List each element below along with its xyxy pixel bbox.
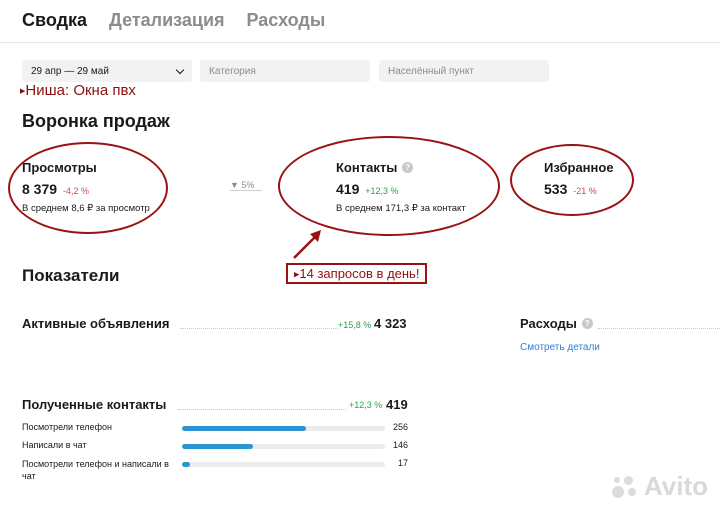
category-select[interactable]: Категория bbox=[200, 60, 370, 82]
date-range-value: 29 апр — 29 май bbox=[31, 65, 109, 77]
annotation-callout: ▶14 запросов в день! bbox=[286, 263, 428, 284]
help-icon[interactable]: ? bbox=[581, 318, 593, 329]
breakdown-bar-fill bbox=[182, 444, 254, 449]
expenses-heading: Расходы ? bbox=[520, 316, 593, 331]
tab-expenses[interactable]: Расходы bbox=[247, 10, 326, 39]
breakdown-bar-track bbox=[182, 444, 385, 449]
active-ads-value: 4 323 bbox=[374, 316, 407, 331]
received-contacts-value: 419 bbox=[386, 397, 408, 412]
conversion-arrow bbox=[230, 190, 262, 191]
breakdown-bar-fill bbox=[182, 462, 191, 467]
expenses-label: Расходы bbox=[520, 316, 577, 331]
breakdown-bar-fill bbox=[182, 426, 306, 431]
annotation-ellipse-favorites bbox=[510, 144, 634, 216]
breakdown-value: 17 bbox=[397, 458, 408, 468]
leader-dots bbox=[178, 409, 346, 410]
indicators-title: Показатели bbox=[22, 266, 120, 285]
expenses-details-link[interactable]: Смотреть детали bbox=[520, 342, 600, 353]
leader-dots bbox=[180, 328, 338, 329]
tab-bar: Сводка Детализация Расходы bbox=[22, 10, 325, 39]
breakdown-value: 256 bbox=[392, 422, 408, 432]
date-range-select[interactable]: 29 апр — 29 май bbox=[22, 60, 192, 82]
breakdown-bar-track bbox=[182, 426, 385, 431]
breakdown-bar-track bbox=[182, 462, 385, 467]
funnel-title: Воронка продаж bbox=[22, 111, 170, 131]
breakdown-label: Посмотрели телефон и написали в чат bbox=[22, 459, 169, 481]
niche-annotation: ▶Ниша: Окна пвх bbox=[20, 82, 136, 99]
annotation-callout-text: 14 запросов в день! bbox=[299, 266, 420, 281]
conversion-rate-value: 5% bbox=[241, 180, 255, 190]
chevron-down-icon bbox=[175, 65, 185, 74]
leader-dots bbox=[598, 328, 720, 329]
annotation-ellipse-views bbox=[8, 142, 168, 234]
tab-details[interactable]: Детализация bbox=[109, 10, 225, 39]
tabs-divider bbox=[0, 42, 720, 43]
avito-watermark-text: Avito bbox=[643, 471, 708, 501]
received-contacts-delta: +12,3 % bbox=[349, 400, 383, 410]
avito-watermark: Avito bbox=[610, 471, 708, 502]
breakdown-label: Написали в чат bbox=[22, 440, 87, 450]
annotation-ellipse-contacts bbox=[278, 136, 500, 236]
breakdown-value: 146 bbox=[392, 440, 408, 450]
active-ads-delta: +15,8 % bbox=[338, 320, 372, 330]
niche-annotation-text: Ниша: Окна пвх bbox=[25, 82, 136, 99]
tab-summary[interactable]: Сводка bbox=[22, 10, 87, 39]
received-contacts-label: Полученные контакты bbox=[22, 397, 167, 412]
annotation-arrow-icon bbox=[293, 230, 321, 259]
avito-logo-icon bbox=[610, 474, 640, 500]
active-ads-label: Активные объявления bbox=[22, 316, 170, 331]
breakdown-label: Посмотрели телефон bbox=[22, 422, 112, 432]
city-select[interactable]: Населённый пункт bbox=[379, 60, 549, 82]
